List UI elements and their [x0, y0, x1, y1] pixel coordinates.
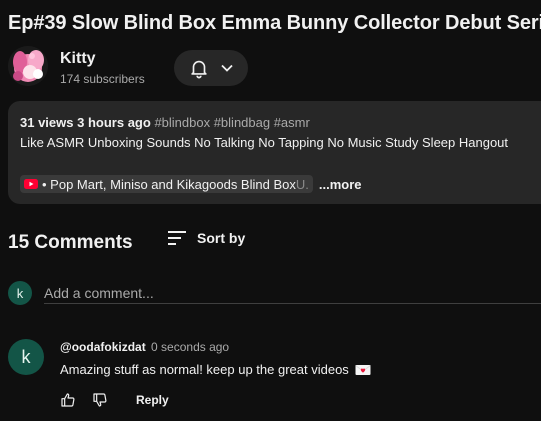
subscriber-count: 174 subscribers: [60, 72, 145, 86]
hashtags[interactable]: #blindbox #blindbag #asmr: [154, 115, 309, 130]
comment-header: @oodafokizdat 0 seconds ago: [60, 340, 229, 354]
channel-avatar[interactable]: [8, 46, 48, 86]
comment-text: Amazing stuff as normal! keep up the gre…: [60, 362, 371, 377]
show-more-button[interactable]: ...more: [319, 177, 362, 192]
youtube-icon: [24, 179, 38, 189]
thumbs-down-icon[interactable]: [92, 392, 108, 408]
notification-bell-button[interactable]: [174, 50, 248, 86]
description-box[interactable]: 31 views 3 hours ago #blindbox #blindbag…: [8, 101, 541, 204]
playlist-link-chip[interactable]: • Pop Mart, Miniso and Kikagoods Blind B…: [20, 175, 313, 193]
add-comment-input[interactable]: [44, 282, 541, 304]
playlist-link-text: • Pop Mart, Miniso and Kikagoods Blind B…: [42, 176, 296, 192]
thumbs-up-icon[interactable]: [60, 392, 76, 408]
video-watch-page: Ep#39 Slow Blind Box Emma Bunny Collecto…: [0, 0, 541, 421]
channel-avatar-image: [8, 46, 48, 86]
comment-author-avatar[interactable]: k: [8, 339, 44, 375]
bell-icon: [191, 60, 207, 79]
description-link-row: • Pop Mart, Miniso and Kikagoods Blind B…: [20, 175, 361, 193]
reply-button[interactable]: Reply: [136, 393, 169, 407]
chevron-down-icon: [221, 64, 233, 72]
channel-name[interactable]: Kitty: [60, 50, 96, 68]
playlist-link-fade: U.: [295, 176, 309, 192]
sort-by-button[interactable]: Sort by: [166, 229, 245, 247]
comment-author-handle[interactable]: @oodafokizdat: [60, 340, 146, 354]
comment-timestamp[interactable]: 0 seconds ago: [151, 340, 229, 354]
description-text: Like ASMR Unboxing Sounds No Talking No …: [20, 135, 509, 150]
comment-body: Amazing stuff as normal! keep up the gre…: [60, 362, 349, 377]
comments-count: 15 Comments: [8, 232, 133, 253]
description-meta: 31 views 3 hours ago #blindbox #blindbag…: [20, 115, 310, 130]
upload-time: 3 hours ago: [77, 115, 151, 130]
current-user-avatar: k: [8, 281, 32, 305]
video-title: Ep#39 Slow Blind Box Emma Bunny Collecto…: [8, 12, 541, 34]
love-letter-emoji-icon: [355, 364, 371, 375]
sort-by-label: Sort by: [197, 230, 246, 246]
view-count: 31 views: [20, 115, 74, 130]
sort-icon: [168, 231, 186, 245]
